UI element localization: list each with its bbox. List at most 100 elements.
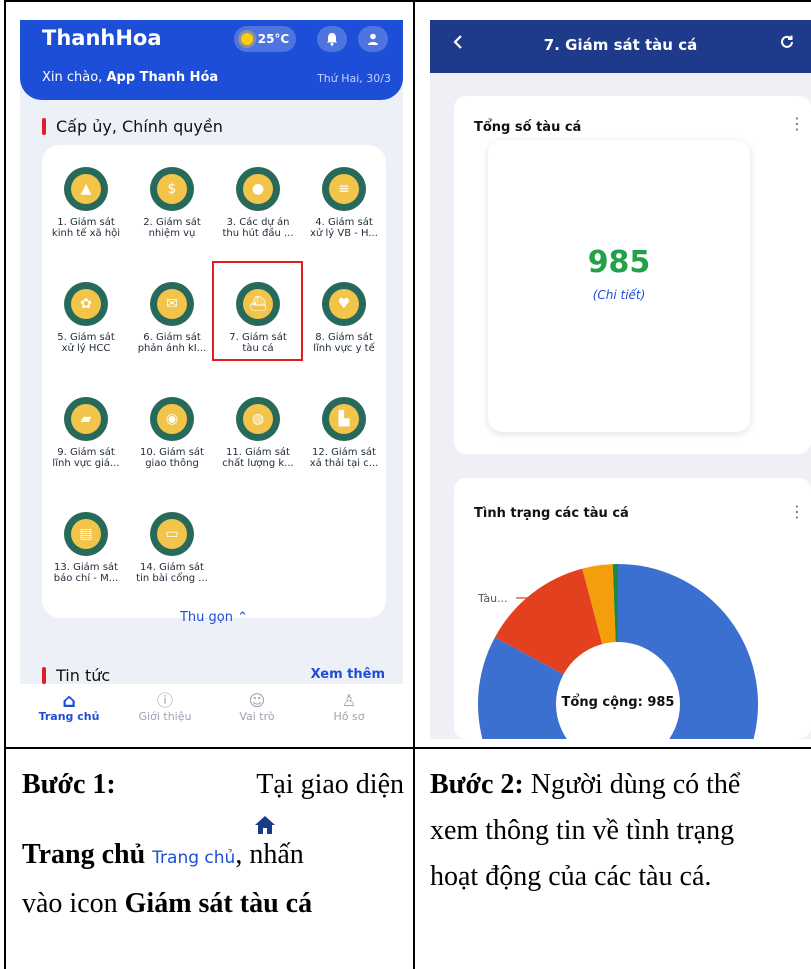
app-logo: ThanhHoa bbox=[42, 26, 162, 50]
screen-title: 7. Giám sát tàu cá bbox=[543, 36, 698, 54]
icon-glyph: ● bbox=[243, 174, 273, 204]
feature-item[interactable]: $2. Giám sát nhiệm vụ bbox=[130, 167, 214, 239]
detail-link[interactable]: (Chi tiết) bbox=[488, 288, 750, 302]
icon-glyph: ▭ bbox=[157, 519, 187, 549]
bell-icon bbox=[327, 33, 337, 46]
monitor-icon: ▭ bbox=[150, 512, 194, 556]
step1-text1: Tại giao diện bbox=[256, 769, 404, 800]
temperature: 25°C bbox=[257, 32, 290, 46]
feature-label: 14. Giám sát tin bài cổng ... bbox=[136, 562, 208, 584]
current-date: Thứ Hai, 30/3 bbox=[317, 72, 391, 85]
home-icon: ⌂ bbox=[62, 690, 76, 712]
step2-line2: xem thông tin về tình trạng bbox=[430, 815, 735, 846]
feature-label: 11. Giám sát chất lượng k... bbox=[222, 447, 294, 469]
feature-label: 8. Giám sát lĩnh vực y tế bbox=[313, 332, 375, 354]
tab-home[interactable]: ⌂ Trang chủ bbox=[24, 690, 114, 724]
icon-glyph: $ bbox=[157, 174, 187, 204]
document-table: ThanhHoa 25°C Xin chào, App Thanh Hóa Th… bbox=[0, 0, 811, 969]
highlight-box bbox=[212, 261, 303, 361]
tab-roles[interactable]: ☺ Vai trò bbox=[212, 691, 302, 724]
globe-icon: ◍ bbox=[236, 397, 280, 441]
icon-glyph: ✉ bbox=[157, 289, 187, 319]
icon-glyph: ✿ bbox=[71, 289, 101, 319]
total-title: Tổng số tàu cá bbox=[474, 120, 582, 135]
feature-item[interactable]: ● 3. Các dự án thu hút đầu ... bbox=[216, 167, 300, 239]
collapse-button[interactable]: Thu gọn ⌃ bbox=[42, 610, 386, 625]
refresh-icon bbox=[781, 35, 793, 48]
tab-profile[interactable]: ♙ Hồ sơ bbox=[304, 692, 394, 724]
feature-item[interactable]: ▭ 14. Giám sát tin bài cổng ... bbox=[130, 512, 214, 584]
step1-caption: Bước 1: Tại giao diện Trang chủ Trang ch… bbox=[22, 762, 404, 927]
bottom-tab-bar: ⌂ Trang chủ ⓘ Giới thiệu ☺ Vai trò ♙ Hồ sơ bbox=[20, 684, 403, 739]
feature-item[interactable]: ▲ 1. Giám sát kinh tế xã hội bbox=[44, 167, 128, 239]
ribbon-icon: ✿ bbox=[64, 282, 108, 326]
step1-target: Giám sát tàu cá bbox=[124, 888, 313, 919]
step1-line3: vào icon Giám sát tàu cá bbox=[22, 888, 313, 919]
step2-label: Bước 2: bbox=[430, 769, 524, 800]
feature-item[interactable]: ✿ 5. Giám sát xử lý HCC bbox=[44, 282, 128, 354]
step2-caption: Bước 2: Người dùng có thể xem thông tin … bbox=[430, 762, 811, 900]
icon-glyph: ◉ bbox=[157, 404, 187, 434]
see-more-link[interactable]: Xem thêm bbox=[311, 667, 385, 682]
sun-icon bbox=[240, 33, 253, 45]
step1-home-chip: Trang chủ bbox=[152, 848, 236, 868]
ship-monitor-screen: 7. Giám sát tàu cá Tổng số tàu cá ⋮ 985 … bbox=[430, 20, 811, 739]
chart-icon: ▲ bbox=[64, 167, 108, 211]
icon-glyph: ▲ bbox=[71, 174, 101, 204]
feature-item[interactable]: ✉ 6. Giám sát phản ánh kI... bbox=[130, 282, 214, 354]
feature-label: 3. Các dự án thu hút đầu ... bbox=[222, 217, 294, 239]
more-options-icon[interactable]: ⋮ bbox=[789, 502, 805, 521]
more-options-icon[interactable]: ⋮ bbox=[789, 114, 805, 133]
home-screen: ThanhHoa 25°C Xin chào, App Thanh Hóa Th… bbox=[20, 20, 403, 739]
tab-label: Hồ sơ bbox=[333, 710, 365, 723]
step2-line3: hoạt động của các tàu cá. bbox=[430, 861, 712, 892]
feature-label: 12. Giám sát xả thải tại c... bbox=[309, 447, 379, 469]
table-border-left bbox=[4, 0, 6, 969]
app-header: ThanhHoa 25°C Xin chào, App Thanh Hóa Th… bbox=[20, 20, 403, 100]
feature-grid: ▲ 1. Giám sát kinh tế xã hội $2. Giám sát nh… bbox=[42, 145, 386, 625]
tab-label: Trang chủ bbox=[38, 710, 100, 723]
user-icon bbox=[368, 33, 378, 45]
weather-badge[interactable]: 25°C bbox=[234, 26, 296, 52]
total-panel: Tổng số tàu cá ⋮ 985 (Chi tiết) bbox=[454, 96, 811, 454]
total-card[interactable]: 985 (Chi tiết) bbox=[488, 140, 750, 432]
feature-item[interactable]: ≡ 4. Giám sát xử lý VB - H... bbox=[302, 167, 386, 239]
home-icon bbox=[255, 816, 275, 834]
newspaper-icon: ▤ bbox=[64, 512, 108, 556]
icon-glyph: ▰ bbox=[71, 404, 101, 434]
feature-item[interactable]: ◍ 11. Giám sát chất lượng k... bbox=[216, 397, 300, 469]
feature-item[interactable]: ♥ 8. Giám sát lĩnh vực y tế bbox=[302, 282, 386, 354]
feature-label: 1. Giám sát kinh tế xã hội bbox=[51, 217, 121, 239]
feature-label: 5. Giám sát xử lý HCC bbox=[57, 332, 115, 354]
tab-label: Giới thiệu bbox=[138, 710, 192, 723]
icon-glyph: ◍ bbox=[243, 404, 273, 434]
status-donut-chart: Tàu... Tổng cộng: 985 bbox=[477, 564, 758, 739]
envelope-icon: ✉ bbox=[150, 282, 194, 326]
table-divider bbox=[4, 747, 811, 749]
feature-item[interactable]: ▙ 12. Giám sát xả thải tại c... bbox=[302, 397, 386, 469]
heartbeat-icon: ♥ bbox=[322, 282, 366, 326]
notification-button[interactable] bbox=[317, 26, 347, 52]
donut-center-label: Tổng cộng: 985 bbox=[562, 694, 675, 710]
graduation-cap-icon: ▰ bbox=[64, 397, 108, 441]
icon-glyph: ≡ bbox=[329, 174, 359, 204]
account-button[interactable] bbox=[358, 26, 388, 52]
feature-item[interactable]: ▰ 9. Giám sát lĩnh vực giá... bbox=[44, 397, 128, 469]
feature-label: 9. Giám sát lĩnh vực giá... bbox=[52, 447, 120, 469]
feature-item[interactable]: ▤ 13. Giám sát báo chí - M... bbox=[44, 512, 128, 584]
news-title: Tin tức bbox=[42, 666, 110, 685]
section-title: Cấp ủy, Chính quyền bbox=[42, 117, 223, 136]
refresh-button[interactable] bbox=[779, 33, 795, 55]
step2-line1: Bước 2: Người dùng có thể bbox=[430, 769, 741, 800]
feature-item[interactable]: ◉ 10. Giám sát giao thông bbox=[130, 397, 214, 469]
camera-icon: ◉ bbox=[150, 397, 194, 441]
section-marker bbox=[42, 118, 46, 135]
roles-icon: ☺ bbox=[248, 691, 266, 710]
info-icon: ⓘ bbox=[156, 691, 173, 710]
table-border-top bbox=[4, 0, 811, 2]
status-panel: Tình trạng các tàu cá ⋮ Tàu... Tổng cộng… bbox=[454, 478, 811, 739]
slice-label: Tàu... bbox=[477, 592, 508, 605]
step1-line1: Bước 1: Tại giao diện bbox=[22, 762, 404, 808]
tab-info[interactable]: ⓘ Giới thiệu bbox=[120, 691, 210, 724]
step1-home-bold: Trang chủ bbox=[22, 839, 146, 870]
